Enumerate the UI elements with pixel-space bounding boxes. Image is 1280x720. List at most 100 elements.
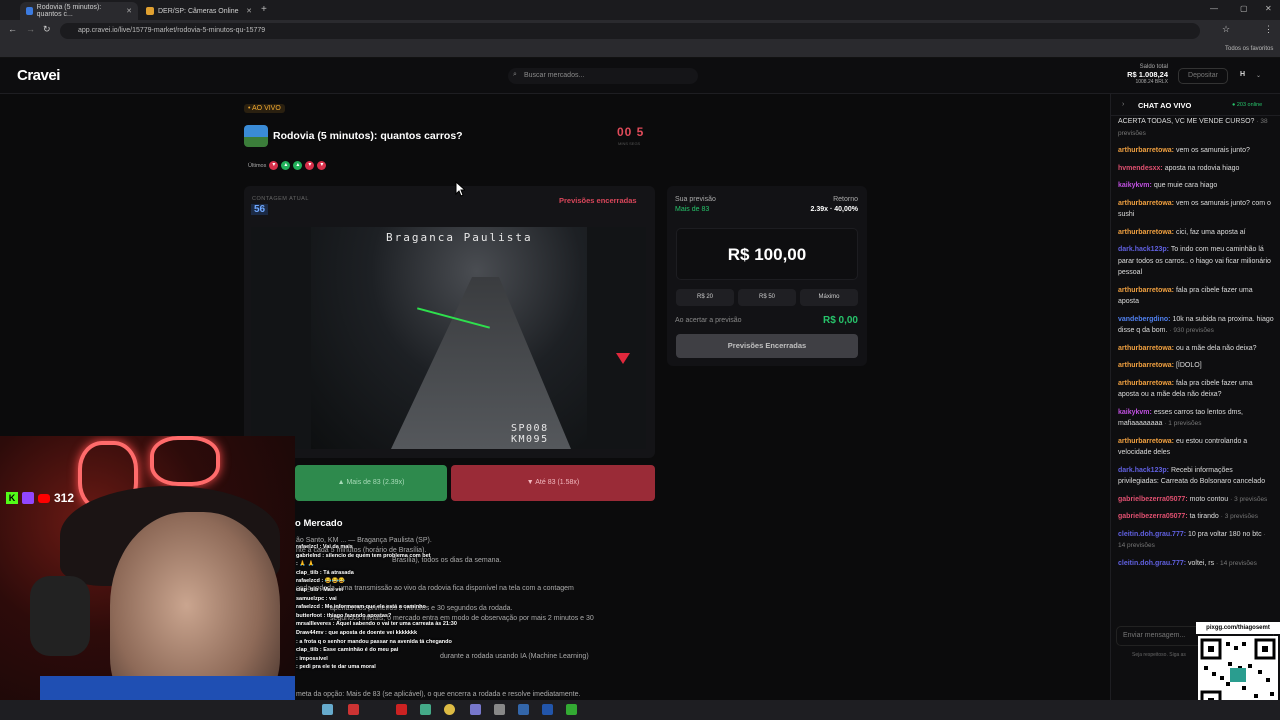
taskbar-app-icon[interactable] <box>348 704 359 715</box>
chat-message: dark.hack123p: To indo com meu caminhão … <box>1118 244 1274 279</box>
chat-username[interactable]: arthurbarretowa: <box>1118 229 1174 236</box>
deposit-button[interactable]: Depositar <box>1178 68 1228 84</box>
taskbar <box>0 700 1280 720</box>
market-thumbnail <box>244 125 268 147</box>
chevron-down-icon[interactable]: ⌄ <box>1256 72 1261 79</box>
close-tab-icon[interactable]: ✕ <box>246 7 252 15</box>
your-prediction-label: Sua previsão <box>675 196 716 203</box>
chat-rules-note: Seja respeitoso. Siga as <box>1132 652 1186 658</box>
chat-username[interactable]: cleitin.doh.grau.777: <box>1118 560 1186 567</box>
chat-title: CHAT AO VIVO <box>1138 101 1192 110</box>
down-marker-icon <box>616 353 630 364</box>
chat-username[interactable]: vandebergdino: <box>1118 316 1171 323</box>
chat-text: cici, faz uma aposta aí <box>1175 228 1246 236</box>
chat-username[interactable]: kaikykvm: <box>1118 182 1152 189</box>
neon-sign <box>150 436 220 486</box>
close-tab-icon[interactable]: ✕ <box>126 7 132 15</box>
chat-message: ACERTA TODAS, VC ME VENDE CURSO? · 38 pr… <box>1118 116 1274 139</box>
chat-username[interactable]: cleitin.doh.grau.777: <box>1118 531 1186 538</box>
user-menu[interactable]: H <box>1240 71 1245 78</box>
chat-message: arthurbarretowa: fala pra cibele fazer u… <box>1118 285 1274 308</box>
taskbar-app-icon[interactable] <box>322 704 333 715</box>
chat-message: gabrielbezerra05077: moto contou · 3 pre… <box>1118 494 1274 506</box>
search-icon: ⌕ <box>513 71 517 78</box>
stream-chat-line: mrsallleveres : Aquel sabendo o vai ter … <box>296 621 457 628</box>
count-value: 56 <box>251 204 269 215</box>
taskbar-app-icon[interactable] <box>494 704 505 715</box>
chat-username[interactable]: arthurbarretowa: <box>1118 200 1174 207</box>
taskbar-app-icon[interactable] <box>470 704 481 715</box>
reload-icon[interactable]: ↻ <box>43 24 51 35</box>
taskbar-app-icon[interactable] <box>420 704 431 715</box>
chat-message: vandebergdino: 10k na subida na proxima.… <box>1118 314 1274 337</box>
about-market-title: o Mercado <box>295 518 343 529</box>
chat-username[interactable]: hvmendesxx: <box>1118 165 1163 172</box>
back-icon[interactable]: ← <box>8 24 17 34</box>
tab-label: Rodovia (5 minutos): quantos c... <box>36 4 102 18</box>
quick-amount-20[interactable]: R$ 20 <box>676 289 734 306</box>
chat-username[interactable]: arthurbarretowa: <box>1118 380 1174 387</box>
bet-amount-input[interactable]: R$ 100,00 <box>676 228 858 280</box>
online-count: ● 203 online <box>1232 102 1263 108</box>
bet-over-button[interactable]: ▲ Mais de 83 (2.39x) <box>295 465 447 501</box>
chrome-icon[interactable] <box>444 704 455 715</box>
chat-username[interactable]: arthurbarretowa: <box>1118 287 1174 294</box>
chat-predictions-count: · 3 previsões <box>1230 495 1268 503</box>
taskbar-app-icon[interactable] <box>566 704 577 715</box>
market-title: Rodovia (5 minutos): quantos carros? <box>273 130 463 142</box>
youtube-icon <box>38 493 50 503</box>
chat-username[interactable]: gabrielbezerra05077: <box>1118 496 1188 503</box>
headphone <box>30 576 90 656</box>
tab-der-cameras[interactable]: DER/SP: Câmeras Online ✕ <box>140 2 258 20</box>
taskbar-app-icon[interactable] <box>518 704 529 715</box>
chat-username[interactable]: arthurbarretowa: <box>1118 438 1174 445</box>
chat-username[interactable]: arthurbarretowa: <box>1118 345 1174 352</box>
camera-location-text: Braganca Paulista <box>386 231 533 244</box>
result-down-icon: ▾ <box>269 161 279 170</box>
tab-rodovia[interactable]: Rodovia (5 minutos): quantos c... ✕ <box>20 2 138 20</box>
return-label: Retorno <box>833 196 858 203</box>
bet-under-button[interactable]: ▼ Até 83 (1.58x) <box>451 465 655 501</box>
chat-messages[interactable]: ACERTA TODAS, VC ME VENDE CURSO? · 38 pr… <box>1118 116 1274 616</box>
cravei-logo[interactable]: Cravei <box>17 67 60 84</box>
chat-username[interactable]: kaikykvm: <box>1118 409 1152 416</box>
count-label: CONTAGEM ATUAL <box>252 196 309 202</box>
chat-username[interactable]: dark.hack123p: <box>1118 246 1169 253</box>
balance-sub: 1008.24 BRLX <box>1135 79 1168 85</box>
bookmark-star-icon[interactable]: ☆ <box>1222 24 1230 35</box>
chat-username[interactable]: gabrielbezerra05077: <box>1118 513 1188 520</box>
chat-username[interactable]: arthurbarretowa: <box>1118 362 1174 369</box>
camera-km-text: SP008 KM095 <box>511 423 549 445</box>
new-tab-icon[interactable]: + <box>261 4 267 15</box>
result-down-icon: ▾ <box>317 161 327 170</box>
quick-amount-max[interactable]: Máximo <box>800 289 858 306</box>
balance-value: R$ 1.008,24 <box>1127 70 1168 79</box>
menu-icon[interactable]: ⋮ <box>1264 24 1273 35</box>
predictions-closed-button[interactable]: Previsões Encerradas <box>676 334 858 358</box>
search-input[interactable]: Buscar mercados... <box>508 68 698 84</box>
chat-username[interactable]: arthurbarretowa: <box>1118 147 1174 154</box>
chat-username[interactable]: dark.hack123p: <box>1118 467 1169 474</box>
maximize-icon[interactable]: ▢ <box>1240 4 1248 13</box>
twitch-icon <box>22 492 34 504</box>
favicon-icon <box>146 7 154 15</box>
stream-chat-line: : impossivel <box>296 655 328 662</box>
camera-frame: Braganca Paulista SP008 KM095 <box>311 227 630 449</box>
quick-amount-50[interactable]: R$ 50 <box>738 289 796 306</box>
url-field[interactable]: app.cravei.io/live/15779-market/rodovia-… <box>60 23 1200 39</box>
chat-message: hvmendesxx: aposta na rodovia hiago <box>1118 163 1274 175</box>
chat-text: que muie cara hiago <box>1153 182 1218 189</box>
steam-icon[interactable] <box>542 704 553 715</box>
taskbar-app-icon[interactable] <box>396 704 407 715</box>
all-bookmarks[interactable]: Todos os favoritos <box>1225 46 1273 52</box>
viewer-count-value: 312 <box>54 491 75 505</box>
chat-message: arthurbarretowa: ou a mãe dela não deixa… <box>1118 343 1274 355</box>
collapse-chat-icon[interactable]: › <box>1122 101 1124 108</box>
chat-message: arthurbarretowa: vem os samurais junto? <box>1118 145 1274 157</box>
chat-text: [ÍDOLO] <box>1175 362 1202 369</box>
countdown-labels: MINS SEGS <box>618 141 641 146</box>
predictions-closed-status: Previsões encerradas <box>559 196 637 205</box>
forward-icon[interactable]: → <box>26 24 35 34</box>
minimize-icon[interactable]: — <box>1210 4 1218 13</box>
close-window-icon[interactable]: ✕ <box>1265 4 1272 13</box>
